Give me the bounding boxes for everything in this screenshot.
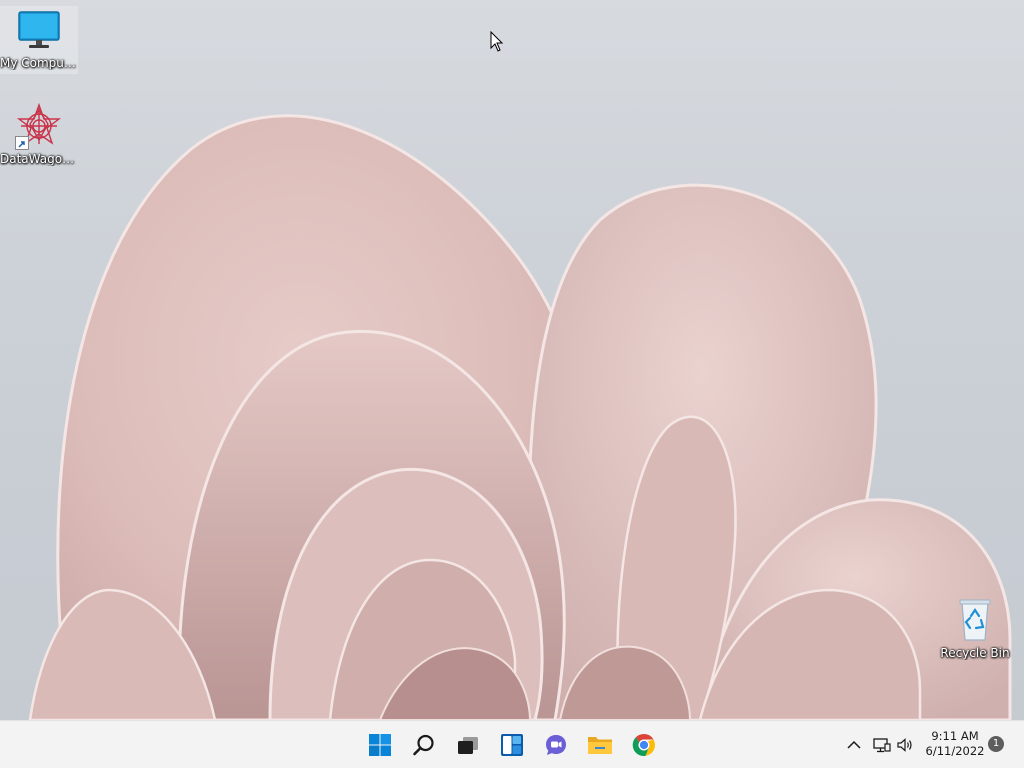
clock-button[interactable]: 9:11 AM 6/11/2022: [922, 729, 988, 759]
clock-date: 6/11/2022: [925, 744, 985, 758]
widgets-icon: [501, 734, 523, 756]
chrome-icon: [632, 733, 655, 757]
datawagon-app-icon: [15, 102, 63, 150]
desktop-icon-recycle-bin[interactable]: Recycle Bin: [936, 596, 1014, 660]
network-icon: [873, 738, 891, 753]
clock-time: 9:11 AM: [931, 729, 979, 743]
desktop-icon-my-computer[interactable]: My Computer: [0, 6, 78, 74]
notification-badge[interactable]: 1: [988, 736, 1004, 752]
monitor-icon: [15, 6, 63, 54]
wallpaper-bloom: [28, 114, 1012, 720]
folder-icon: [588, 737, 612, 754]
search-button[interactable]: [406, 727, 442, 763]
widgets-button[interactable]: [494, 727, 530, 763]
desktop[interactable]: My Computer DataWagon... Recycle Bin: [0, 0, 1024, 720]
desktop-icon-label: DataWagon...: [0, 152, 78, 166]
chat-button[interactable]: [538, 727, 574, 763]
desktop-icon-label: Recycle Bin: [940, 646, 1010, 660]
shortcut-arrow-icon: [15, 136, 29, 150]
task-view-button[interactable]: [450, 727, 486, 763]
chevron-up-icon: [847, 740, 861, 749]
recycle-bin-icon: [951, 596, 999, 644]
network-button[interactable]: [872, 735, 892, 755]
desktop-icon-label: My Computer: [0, 56, 78, 70]
mouse-cursor-icon: [490, 31, 504, 52]
start-button[interactable]: [362, 727, 398, 763]
chat-icon: [546, 735, 566, 755]
windows-logo-icon: [369, 734, 391, 756]
speaker-icon: [897, 738, 912, 752]
chrome-button[interactable]: [626, 727, 662, 763]
file-explorer-button[interactable]: [582, 727, 618, 763]
taskbar: 9:11 AM 6/11/2022: [0, 720, 1024, 768]
desktop-icon-datawagon[interactable]: DataWagon...: [0, 102, 78, 172]
show-hidden-icons-button[interactable]: [844, 735, 864, 755]
volume-button[interactable]: [896, 735, 916, 755]
task-view-icon: [458, 737, 478, 754]
search-icon: [413, 734, 434, 756]
